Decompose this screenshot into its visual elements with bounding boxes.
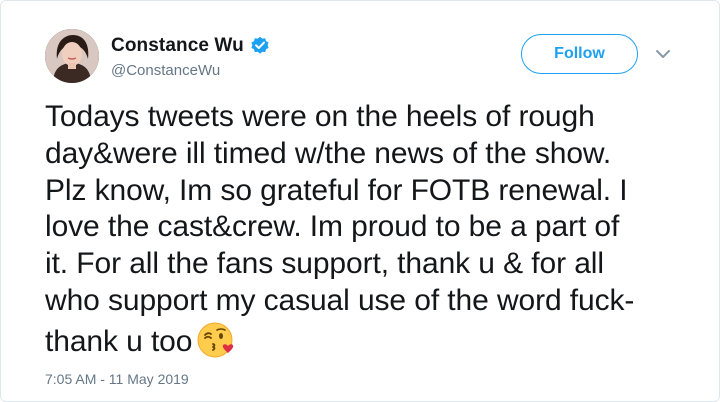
follow-button[interactable]: Follow	[521, 34, 638, 74]
tweet-line: who support my casual use of the word fu…	[45, 283, 635, 317]
chevron-down-icon[interactable]	[655, 47, 671, 59]
avatar[interactable]	[45, 29, 99, 83]
tweet-line: thank u too	[45, 324, 193, 358]
author-name-row: Constance Wu	[111, 35, 270, 57]
face-blowing-a-kiss-icon	[196, 320, 236, 360]
tweet-last-line: thank u too	[45, 320, 695, 361]
tweet-text: Todays tweets were on the heels of rough…	[45, 99, 695, 361]
author-display-name[interactable]: Constance Wu	[111, 35, 244, 57]
tweet-card: Constance Wu @ConstanceWu Follow Todays …	[0, 0, 720, 402]
verified-badge-icon	[250, 36, 270, 56]
tweet-line: day&were ill timed w/the news of the sho…	[45, 136, 612, 170]
tweet-line: it. For all the fans support, thank u & …	[45, 247, 604, 281]
tweet-timestamp[interactable]: 7:05 AM - 11 May 2019	[45, 371, 189, 387]
tweet-line: love the cast&crew. Im proud to be a par…	[45, 210, 620, 244]
tweet-line: Todays tweets were on the heels of rough	[45, 100, 595, 133]
profile-photo-icon	[45, 29, 99, 83]
author-handle[interactable]: @ConstanceWu	[111, 62, 220, 79]
tweet-line: Plz know, Im so grateful for FOTB renewa…	[45, 173, 628, 207]
tweet-header: Constance Wu @ConstanceWu Follow	[45, 29, 719, 89]
